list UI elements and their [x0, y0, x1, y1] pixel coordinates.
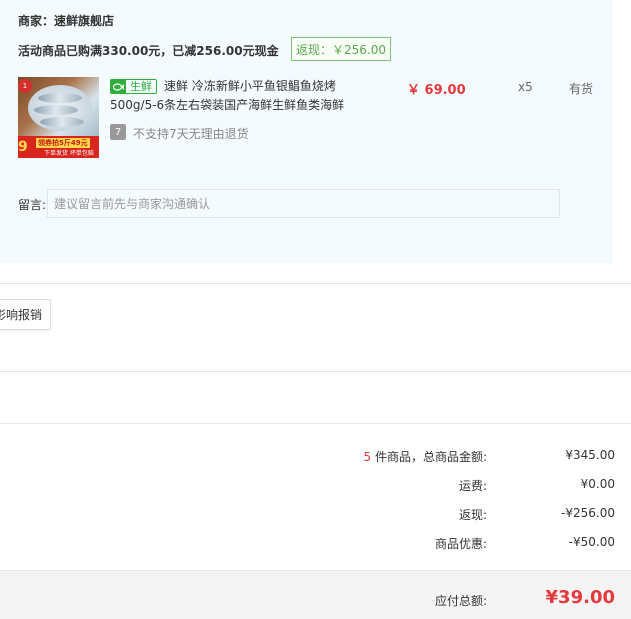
stock-status: 有货: [569, 82, 594, 96]
summary-shipping-row: 运费: ¥0.00: [0, 477, 631, 497]
thumb-fish: [40, 117, 84, 127]
thumb-tag: 1: [18, 79, 32, 93]
product-quantity: x5: [518, 80, 533, 94]
summary-goods-label: 5 件商品，总商品金额:: [364, 448, 488, 465]
product-thumbnail[interactable]: 1 9 领券拍5斤49元 下单发货 坏单包赔: [18, 77, 99, 158]
note-input[interactable]: [47, 189, 560, 218]
return-policy: 不支持7天无理由退货: [133, 127, 249, 141]
fresh-badge: 生鲜: [110, 79, 157, 94]
fish-icon-svg: [113, 82, 124, 91]
summary-rebate-row: 返现: -¥256.00: [0, 506, 631, 526]
thumb-banner-price: 9: [18, 139, 28, 155]
divider: [0, 423, 631, 424]
item-count: 5: [363, 450, 372, 464]
rebate-badge: 返现：￥256.00: [291, 37, 391, 61]
thumb-fish: [34, 105, 78, 115]
summary-rebate-label: 返现:: [458, 508, 487, 522]
summary-shipping-value: ¥0.00: [580, 477, 615, 491]
summary-rebate-value: -¥256.00: [561, 506, 615, 520]
summary-goods-value: ¥345.00: [565, 448, 615, 462]
divider: [0, 283, 631, 284]
total-bar: 应付总额: ¥39.00: [0, 570, 631, 619]
summary-goods-row: 5 件商品，总商品金额: ¥345.00: [0, 448, 631, 468]
summary-discount-row: 商品优惠: -¥50.00: [0, 535, 631, 555]
thumb-banner: 9 领券拍5斤49元 下单发货 坏单包赔: [18, 136, 99, 158]
thumb-fish: [38, 93, 82, 103]
thumb-banner-sub: 下单发货 坏单包赔: [44, 150, 94, 157]
summary-discount-label: 商品优惠:: [434, 537, 487, 551]
invoice-button[interactable]: 影响报销: [0, 299, 51, 330]
thumb-banner-text: 领券拍5斤49元: [36, 138, 90, 148]
summary-shipping-label: 运费:: [458, 479, 487, 493]
product-price: ￥ 69.00: [407, 83, 466, 98]
total-label: 应付总额:: [434, 594, 487, 608]
order-panel: 商家：速鲜旗舰店 活动商品已购满330.00元，已减256.00元现金 返现：￥…: [0, 0, 613, 263]
seven-day-icon: 7: [110, 124, 126, 140]
summary-goods-text: 件商品，总商品金额:: [371, 450, 487, 464]
total-value: ¥39.00: [545, 587, 615, 608]
merchant-name[interactable]: 商家：速鲜旗舰店: [18, 12, 114, 29]
divider: [0, 371, 631, 372]
summary-discount-value: -¥50.00: [568, 535, 615, 549]
fish-icon: [111, 80, 126, 93]
note-label: 留言:: [18, 198, 47, 212]
promo-text: 活动商品已购满330.00元，已减256.00元现金: [18, 44, 279, 58]
fresh-badge-label: 生鲜: [130, 80, 152, 93]
